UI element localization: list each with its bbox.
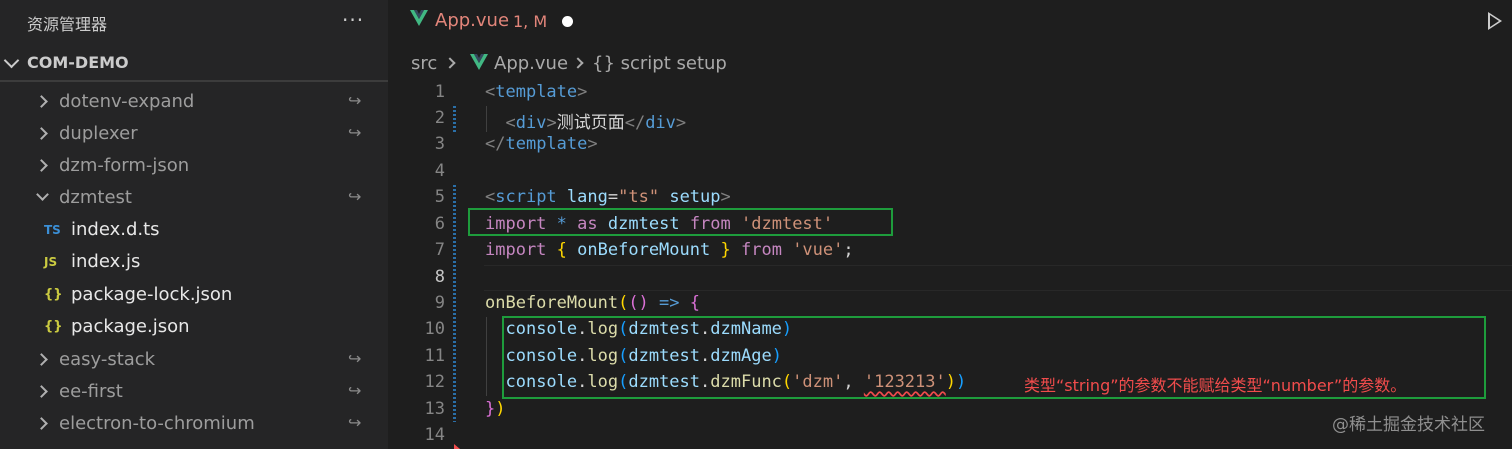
- editor-area: App.vue 1, M src App.vue {} script setup…: [388, 0, 1512, 449]
- chevron-down-icon: [3, 52, 20, 69]
- tree-folder-dzm-form-json[interactable]: dzm-form-json: [0, 150, 388, 182]
- tree-item-label: index.js: [71, 251, 141, 272]
- tree-folder-duplexer[interactable]: duplexer ↪: [0, 118, 388, 150]
- tree-item-label: easy-stack: [59, 349, 156, 370]
- typescript-file-icon: TS: [44, 223, 61, 237]
- chevron-right-icon: [35, 417, 48, 430]
- line-number: 13: [424, 399, 445, 419]
- tree-item-label: electron-to-chromium: [59, 413, 255, 434]
- explorer-sidebar: 资源管理器 ··· COM-DEMO dotenv-expand ↪ duple…: [0, 0, 388, 449]
- code-line: 1 <template>: [388, 80, 1512, 106]
- json-file-icon: {}: [44, 287, 63, 302]
- code-line: 7 import { onBeforeMount } from 'vue';: [388, 238, 1512, 264]
- symlink-icon: ↪: [348, 381, 362, 400]
- workspace-root-folder[interactable]: COM-DEMO: [0, 46, 388, 80]
- tree-item-label: index.d.ts: [71, 219, 160, 240]
- code-line: 8: [388, 265, 1512, 291]
- javascript-file-icon: JS: [44, 255, 58, 269]
- tree-folder-dotenv-expand[interactable]: dotenv-expand ↪: [0, 86, 388, 118]
- unsaved-dot-icon[interactable]: [562, 16, 573, 27]
- line-number: 2: [434, 108, 445, 128]
- sticky-scroll-divider: [0, 80, 388, 82]
- tree-file-package-lock-json[interactable]: {} package-lock.json: [0, 279, 388, 311]
- code-line: 9 onBeforeMount(() => {: [388, 291, 1512, 317]
- tab-app-vue[interactable]: App.vue 1, M: [388, 0, 588, 44]
- vue-file-icon: [470, 54, 488, 70]
- symlink-icon: ↪: [348, 123, 362, 142]
- line-number: 11: [424, 346, 445, 366]
- tree-folder-easy-stack[interactable]: easy-stack ↪: [0, 344, 388, 376]
- line-number: 6: [434, 214, 445, 234]
- workspace-root-label: COM-DEMO: [27, 53, 129, 72]
- code-line: 4: [388, 159, 1512, 185]
- tree-file-index-d-ts[interactable]: TS index.d.ts: [0, 214, 388, 246]
- chevron-right-icon: [35, 353, 48, 366]
- chevron-down-icon: [36, 188, 49, 201]
- chevron-right-icon: [35, 127, 48, 140]
- tree-item-label: package-lock.json: [71, 284, 233, 305]
- breadcrumb-symbol[interactable]: {} script setup: [592, 53, 727, 74]
- tree-folder-dzmtest[interactable]: dzmtest ↪: [0, 182, 388, 214]
- line-number: 4: [434, 161, 445, 181]
- code-editor[interactable]: 1 <template> 2 <div>测试页面</div> 3 </templ…: [388, 80, 1512, 449]
- tab-problem-status: 1, M: [513, 12, 548, 31]
- line-number: 12: [424, 372, 445, 392]
- more-actions-icon[interactable]: ···: [342, 8, 364, 32]
- breadcrumb-folder[interactable]: src: [411, 53, 437, 74]
- chevron-right-icon: [35, 385, 48, 398]
- highlight-box-import: [468, 208, 893, 236]
- tree-folder-electron-to-chromium[interactable]: electron-to-chromium ↪: [0, 408, 388, 440]
- chevron-right-icon: [35, 95, 48, 108]
- line-number: 14: [424, 425, 445, 445]
- tree-file-index-js[interactable]: JS index.js: [0, 246, 388, 278]
- watermark: @稀土掘金技术社区: [1332, 415, 1485, 435]
- tree-item-label: dzm-form-json: [59, 155, 190, 176]
- symlink-icon: ↪: [348, 187, 362, 206]
- line-number: 1: [434, 82, 445, 102]
- line-number: 3: [434, 134, 445, 154]
- symlink-icon: ↪: [348, 349, 362, 368]
- explorer-title: 资源管理器: [27, 15, 108, 34]
- tree-file-package-json[interactable]: {} package.json: [0, 311, 388, 343]
- tree-item-label: ee-first: [59, 381, 123, 402]
- tree-item-label: dzmtest: [59, 187, 132, 208]
- line-number: 7: [434, 240, 445, 260]
- line-number: 9: [434, 293, 445, 313]
- line-number: 5: [434, 187, 445, 207]
- tree-folder-ee-first[interactable]: ee-first ↪: [0, 376, 388, 408]
- chevron-right-icon: [35, 159, 48, 172]
- editor-tab-bar: App.vue 1, M: [388, 0, 1512, 44]
- symlink-icon: ↪: [348, 413, 362, 432]
- code-line: 3 </template>: [388, 132, 1512, 158]
- run-icon[interactable]: [1488, 12, 1502, 30]
- chevron-right-icon: [572, 57, 584, 69]
- json-file-icon: {}: [44, 319, 63, 334]
- code-line: 2 <div>测试页面</div>: [388, 106, 1512, 133]
- tree-item-label: dotenv-expand: [59, 91, 195, 112]
- explorer-header: 资源管理器 ···: [0, 0, 388, 44]
- tab-label: App.vue: [435, 10, 510, 31]
- tree-item-label: package.json: [71, 316, 190, 337]
- chevron-right-icon: [444, 57, 456, 69]
- symlink-icon: ↪: [348, 91, 362, 110]
- tree-item-label: duplexer: [59, 123, 138, 144]
- vue-file-icon: [410, 10, 428, 26]
- line-number: 8: [434, 267, 445, 287]
- breadcrumb: src App.vue {} script setup: [388, 46, 1512, 80]
- breadcrumb-file[interactable]: App.vue: [494, 53, 568, 74]
- line-number: 10: [424, 319, 445, 339]
- inline-error-message: 类型“string”的参数不能赋给类型“number”的参数。: [1024, 376, 1407, 395]
